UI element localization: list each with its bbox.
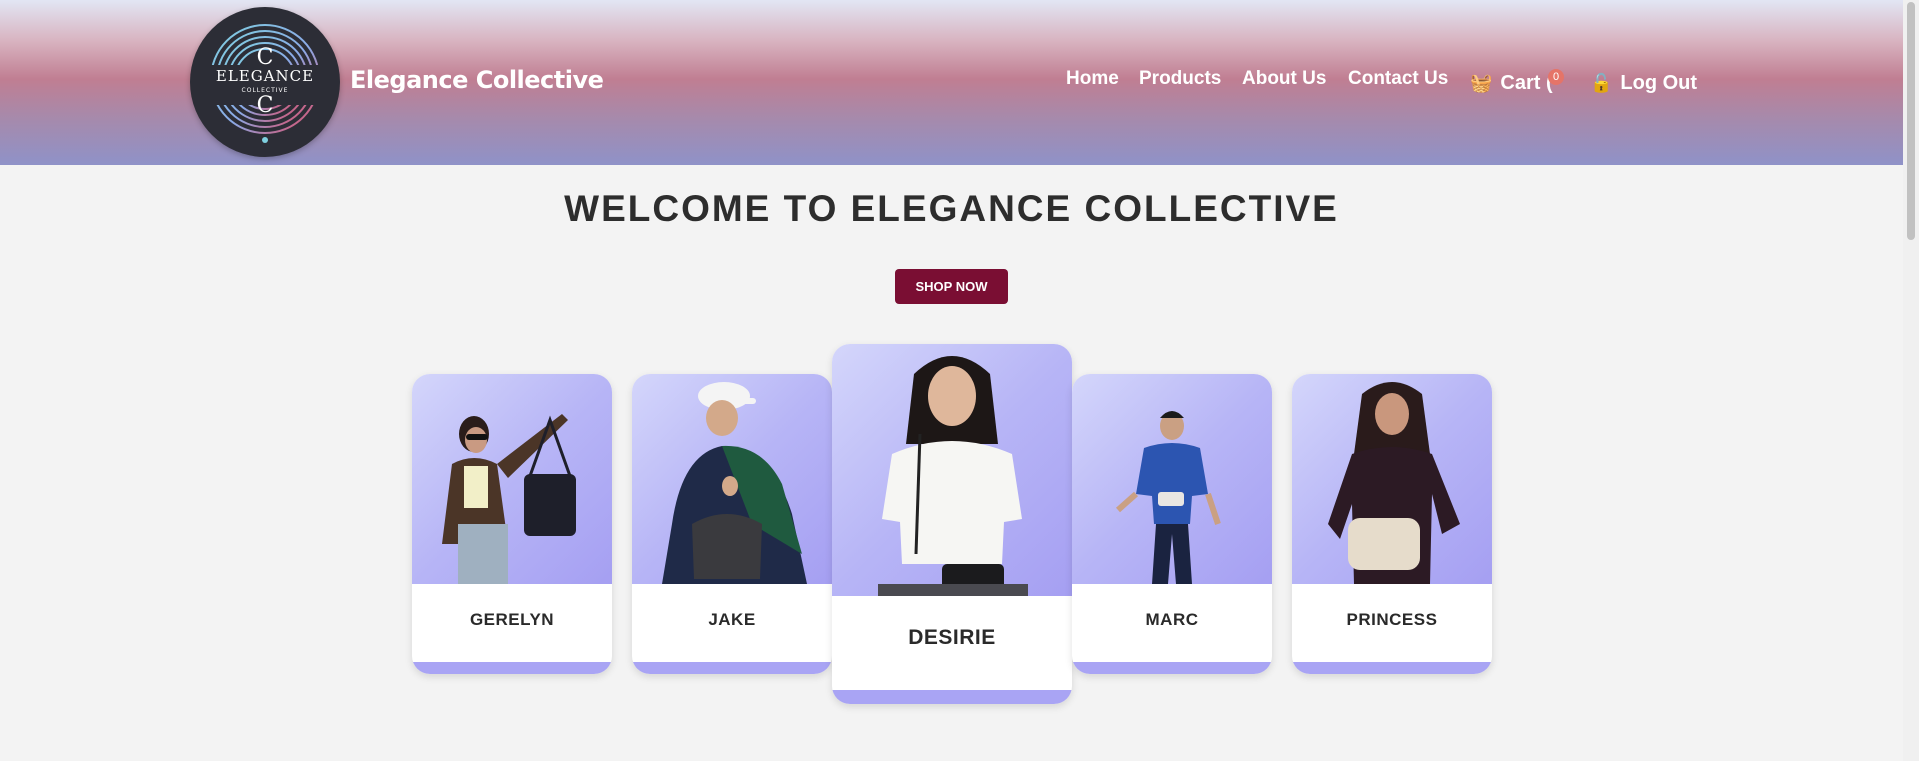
model-card-desirie[interactable]: DESIRIE <box>832 344 1072 704</box>
nav-home-link[interactable]: Home <box>1066 68 1119 90</box>
model-photo <box>1072 374 1272 584</box>
model-card-gerelyn[interactable]: GERELYN <box>412 374 612 674</box>
model-photo <box>412 374 612 584</box>
shop-now-button[interactable]: SHOP NOW <box>895 269 1008 304</box>
card-accent-bar <box>1072 662 1272 674</box>
model-photo <box>1292 374 1492 584</box>
model-figure-gerelyn <box>442 414 576 584</box>
page-title: WELCOME TO ELEGANCE COLLECTIVE <box>564 188 1339 229</box>
nav-contact-link[interactable]: Contact Us <box>1348 68 1448 90</box>
cart-label: Cart ( <box>1500 72 1553 94</box>
model-card-marc[interactable]: MARC <box>1072 374 1272 674</box>
logo-bottom-letter: C <box>256 93 274 118</box>
model-figure-princess <box>1328 382 1460 584</box>
nav-cart-link[interactable]: 🧺 Cart ( <box>1470 72 1553 95</box>
model-name: DESIRIE <box>908 626 996 649</box>
unlocked-padlock-icon: 🔓 <box>1590 73 1613 93</box>
nav-about-link[interactable]: About Us <box>1242 68 1326 90</box>
model-figure-desirie <box>878 356 1028 596</box>
model-card-jake[interactable]: JAKE <box>632 374 832 674</box>
site-header: C ELEGANCE COLLECTIVE C Elegance Collect… <box>0 0 1903 165</box>
model-name: PRINCESS <box>1346 610 1438 629</box>
brand-logo[interactable]: C ELEGANCE COLLECTIVE C <box>190 7 340 157</box>
model-figure-jake <box>662 382 807 584</box>
brand-name[interactable]: Elegance Collective <box>350 66 604 94</box>
model-name: JAKE <box>708 610 756 629</box>
page-scrollbar[interactable] <box>1903 0 1919 761</box>
scrollbar-thumb[interactable] <box>1907 2 1915 240</box>
nav-logout-link[interactable]: 🔓 Log Out <box>1590 72 1697 95</box>
model-card-princess[interactable]: PRINCESS <box>1292 374 1492 674</box>
cart-count-badge: 0 <box>1548 69 1564 85</box>
card-accent-bar <box>632 662 832 674</box>
model-name: GERELYN <box>469 610 555 629</box>
shopping-basket-icon: 🧺 <box>1470 73 1493 93</box>
card-accent-bar <box>832 690 1072 704</box>
logo-wordmark: ELEGANCE <box>215 67 315 85</box>
model-photo <box>632 374 832 584</box>
logout-label: Log Out <box>1620 72 1698 94</box>
model-photo <box>832 344 1072 596</box>
model-figure-marc <box>1116 411 1221 584</box>
card-accent-bar <box>1292 662 1492 674</box>
model-name: MARC <box>1145 610 1199 629</box>
nav-products-link[interactable]: Products <box>1139 68 1221 90</box>
card-accent-bar <box>412 662 612 674</box>
